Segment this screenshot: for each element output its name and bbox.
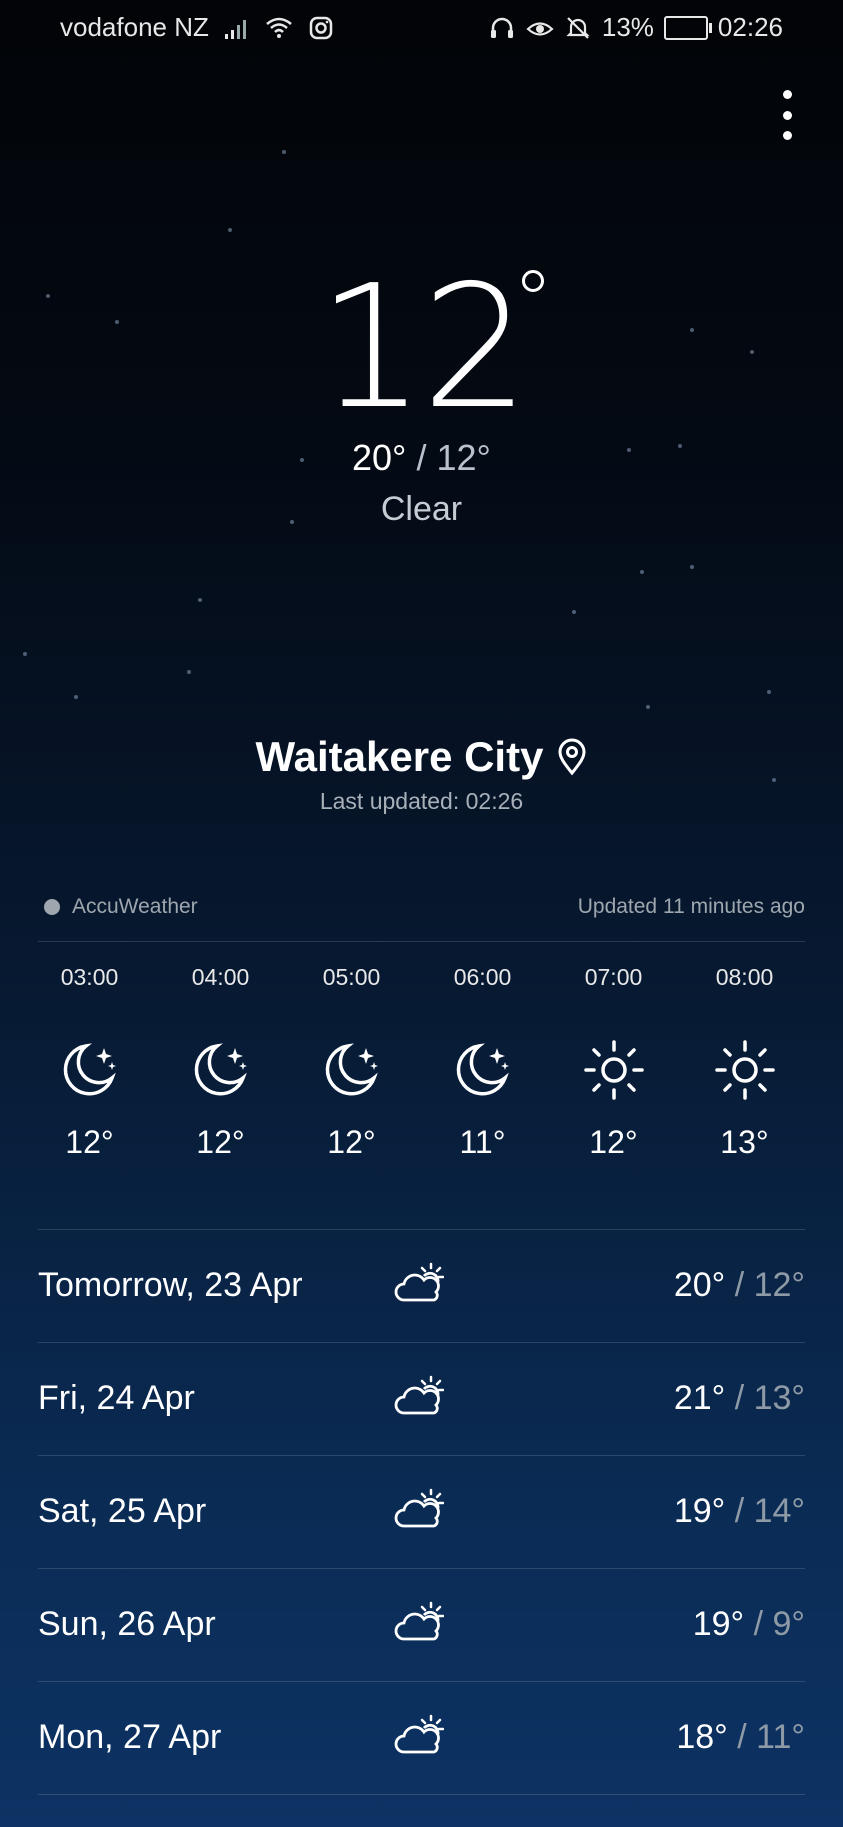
day-low: / 9° <box>753 1605 805 1643</box>
hourly-item: 03:00 12° <box>24 960 155 1215</box>
day-low: / 11° <box>737 1718 805 1756</box>
day-name: Mon, 27 Apr <box>38 1718 222 1756</box>
moon-stars-icon <box>194 1043 247 1096</box>
partly-cloudy-icon <box>394 1262 444 1302</box>
degree-symbol-icon <box>522 270 544 292</box>
daily-row[interactable]: Sat, 25 Apr 19° / 14° <box>38 1456 805 1569</box>
day-high: 19° <box>692 1605 745 1643</box>
hourly-item: 07:00 12° <box>548 960 679 1215</box>
current-separator: / <box>416 437 427 478</box>
moon-stars-icon <box>456 1043 509 1096</box>
day-high: 19° <box>673 1492 726 1530</box>
daily-row[interactable]: Mon, 27 Apr 18° / 11° <box>38 1682 805 1795</box>
status-right: 13% 02:26 <box>488 12 783 43</box>
hour-temp: 12° <box>196 1124 245 1160</box>
headphones-icon <box>490 17 513 38</box>
day-high: 21° <box>673 1379 726 1417</box>
partly-cloudy-icon <box>394 1714 444 1754</box>
hour-temp: 12° <box>65 1124 114 1160</box>
city-name[interactable]: Waitakere City <box>256 733 544 781</box>
hour-temp: 13° <box>720 1124 769 1160</box>
instagram-icon <box>309 16 333 39</box>
day-high: 18° <box>676 1718 728 1756</box>
more-options-button[interactable] <box>775 90 799 140</box>
partly-cloudy-icon <box>394 1601 444 1641</box>
day-name: Tomorrow, 23 Apr <box>38 1266 303 1304</box>
battery-percent: 13% <box>601 12 654 42</box>
hour-time: 04:00 <box>191 964 250 990</box>
provider-link[interactable]: AccuWeather <box>44 895 198 919</box>
current-high: 20° <box>352 437 407 478</box>
day-low: / 13° <box>734 1379 805 1417</box>
daily-row[interactable]: Tomorrow, 23 Apr 20° / 12° <box>38 1230 805 1343</box>
hour-time: 05:00 <box>322 964 381 990</box>
day-temps: 19° / 9° <box>693 1605 805 1644</box>
day-low: / 14° <box>734 1492 805 1530</box>
dot-icon <box>782 90 792 99</box>
hour-time: 06:00 <box>453 964 512 990</box>
provider-name: AccuWeather <box>72 895 198 918</box>
hourly-item: 05:00 12° <box>286 960 417 1215</box>
current-low: 12° <box>436 437 491 478</box>
signal-icon <box>224 19 246 39</box>
day-low: / 12° <box>734 1266 805 1304</box>
sun-icon <box>714 1040 775 1100</box>
location-row[interactable]: Waitakere City <box>0 733 843 781</box>
hourly-forecast[interactable]: 03:00 12° 04:00 12° 05:00 12° 06:00 11° … <box>24 960 843 1215</box>
day-temps: 21° / 13° <box>674 1379 805 1418</box>
dot-icon <box>782 131 792 140</box>
day-high: 20° <box>673 1266 726 1304</box>
hour-time: 08:00 <box>715 964 774 990</box>
daily-forecast: Tomorrow, 23 Apr 20° / 12° Fri, 24 Apr 2… <box>38 1230 805 1795</box>
day-temps: 19° / 14° <box>674 1492 805 1531</box>
bell-muted-icon <box>566 16 590 39</box>
hour-time: 07:00 <box>584 964 643 990</box>
hourly-item: 06:00 11° <box>417 960 548 1215</box>
location-pin-icon[interactable] <box>557 738 587 776</box>
day-name: Sat, 25 Apr <box>38 1492 207 1530</box>
partly-cloudy-icon <box>394 1375 444 1415</box>
day-name: Sun, 26 Apr <box>38 1605 216 1643</box>
clock: 02:26 <box>717 12 783 42</box>
hour-temp: 11° <box>459 1124 506 1160</box>
day-temps: 18° / 11° <box>676 1718 805 1757</box>
partly-cloudy-icon <box>394 1488 444 1528</box>
current-temperature: 12 <box>317 249 529 447</box>
hourly-item: 04:00 12° <box>155 960 286 1215</box>
hour-temp: 12° <box>327 1124 376 1160</box>
status-left: vodafone NZ <box>60 12 335 43</box>
eye-comfort-icon <box>526 21 554 36</box>
hour-temp: 12° <box>589 1124 638 1160</box>
moon-stars-icon <box>325 1043 378 1096</box>
provider-updated: Updated 11 minutes ago <box>577 895 805 918</box>
moon-stars-icon <box>63 1043 116 1096</box>
accuweather-logo-icon <box>44 899 60 915</box>
sun-icon <box>583 1040 644 1100</box>
hourly-item: 08:00 13° <box>679 960 810 1215</box>
battery-charging-icon <box>663 15 712 40</box>
current-high-low: 20° / 12° <box>0 437 843 479</box>
last-updated: Last updated: 02:26 <box>319 788 524 814</box>
hour-time: 03:00 <box>60 964 119 990</box>
daily-row[interactable]: Sun, 26 Apr 19° / 9° <box>38 1569 805 1682</box>
daily-row[interactable]: Fri, 24 Apr 21° / 13° <box>38 1343 805 1456</box>
wifi-icon <box>266 17 292 38</box>
dot-icon <box>782 110 792 120</box>
carrier-label: vodafone NZ <box>60 12 209 42</box>
status-bar: vodafone NZ 13% 02:26 <box>0 0 843 58</box>
current-condition: Clear <box>380 490 463 528</box>
day-temps: 20° / 12° <box>674 1266 805 1305</box>
day-name: Fri, 24 Apr <box>38 1379 195 1417</box>
divider <box>38 941 805 942</box>
